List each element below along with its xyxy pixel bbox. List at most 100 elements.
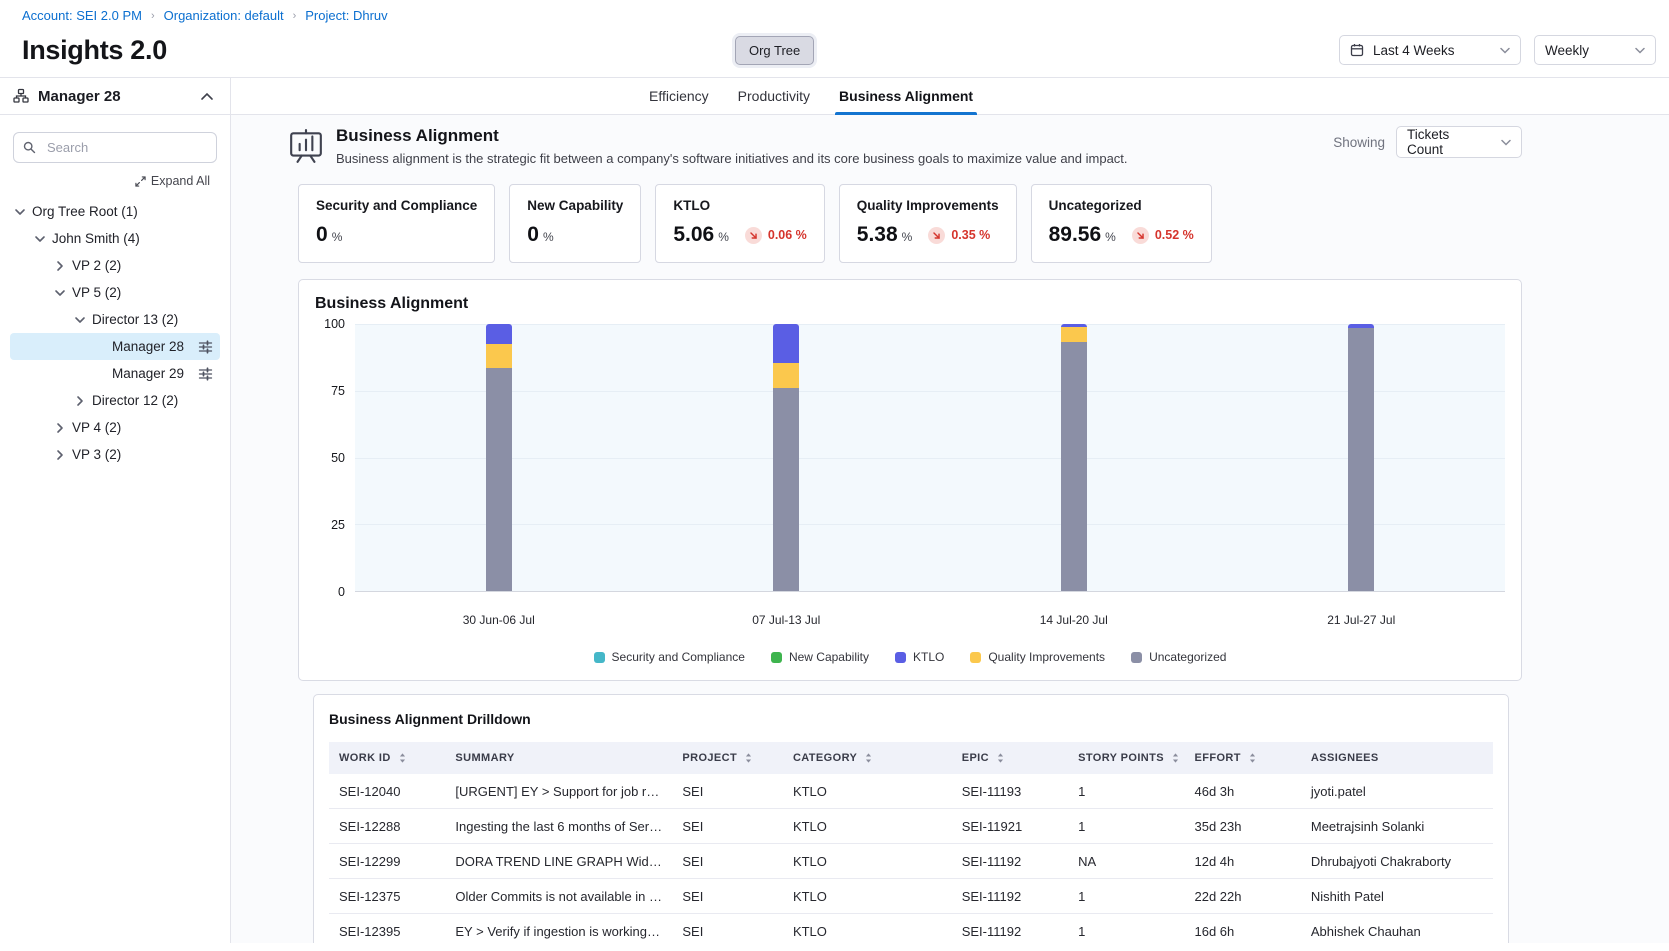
sort-icon[interactable]: [1170, 752, 1181, 764]
legend-item-new-capability[interactable]: New Capability: [771, 650, 869, 664]
tree-node-vp-2[interactable]: VP 2 (2): [10, 252, 220, 279]
bar-segment-uncategorized: [1348, 328, 1374, 591]
tab-efficiency[interactable]: Efficiency: [645, 78, 713, 114]
org-tree-button[interactable]: Org Tree: [735, 36, 814, 65]
column-header-effort[interactable]: EFFORT: [1184, 742, 1300, 774]
column-header-label: STORY POINTS: [1078, 752, 1164, 764]
chevron-right-icon[interactable]: [52, 447, 68, 463]
breadcrumb-separator-icon: ›: [151, 10, 155, 22]
showing-dropdown[interactable]: Tickets Count: [1396, 126, 1522, 158]
node-filter-sliders-icon[interactable]: [198, 367, 213, 381]
stacked-bar-21-jul-27-jul[interactable]: [1348, 324, 1374, 591]
bar-segment-ktlo: [486, 324, 512, 344]
sort-icon[interactable]: [863, 752, 874, 764]
sort-icon[interactable]: [743, 752, 754, 764]
chevron-down-icon: [1500, 47, 1510, 54]
column-header-category[interactable]: CATEGORY: [783, 742, 952, 774]
granularity-dropdown[interactable]: Weekly: [1534, 35, 1656, 65]
table-cell: SEI: [672, 914, 783, 944]
column-header-label: WORK ID: [339, 752, 391, 764]
metric-delta-value: 0.06 %: [768, 228, 807, 242]
gridline: [355, 524, 1505, 525]
table-cell: SEI-11921: [952, 809, 1068, 844]
expand-all-button[interactable]: Expand All: [0, 163, 230, 193]
tree-spacer: [92, 366, 108, 382]
chevron-right-icon[interactable]: [52, 258, 68, 274]
org-tree-sidebar: Expand All Org Tree Root (1)John Smith (…: [0, 115, 231, 943]
column-header-label: EFFORT: [1194, 752, 1240, 764]
bar-segment-quality-improvements: [1061, 327, 1087, 342]
legend-item-security-and-compliance[interactable]: Security and Compliance: [594, 650, 745, 664]
metric-cards: Security and Compliance0%New Capability0…: [298, 184, 1522, 263]
column-header-project[interactable]: PROJECT: [672, 742, 783, 774]
legend-item-quality-improvements[interactable]: Quality Improvements: [970, 650, 1105, 664]
table-cell: 46d 3h: [1184, 774, 1300, 809]
tree-node-vp-3[interactable]: VP 3 (2): [10, 441, 220, 468]
stacked-bar-30-jun-06-jul[interactable]: [486, 324, 512, 591]
table-cell: 35d 23h: [1184, 809, 1300, 844]
metric-value-row: 0%: [527, 223, 623, 247]
sort-icon[interactable]: [1247, 752, 1258, 764]
table-row-sei-12299[interactable]: SEI-12299DORA TREND LINE GRAPH Widgets i…: [329, 844, 1493, 879]
sidebar-header: Manager 28: [0, 78, 231, 114]
column-header-label: PROJECT: [682, 752, 737, 764]
column-header-story-points[interactable]: STORY POINTS: [1068, 742, 1184, 774]
metric-value: 89.56: [1049, 223, 1102, 247]
tree-node-director-12[interactable]: Director 12 (2): [10, 387, 220, 414]
tab-business-alignment[interactable]: Business Alignment: [835, 78, 977, 114]
tree-node-john-smith[interactable]: John Smith (4): [10, 225, 220, 252]
collapse-panel-button[interactable]: [197, 88, 217, 105]
chevron-down-icon[interactable]: [72, 312, 88, 328]
tree-node-vp-4[interactable]: VP 4 (2): [10, 414, 220, 441]
breadcrumb-link-organization[interactable]: Organization: default: [164, 8, 284, 23]
table-cell: SEI-11192: [952, 879, 1068, 914]
breadcrumb-link-project[interactable]: Project: Dhruv: [305, 8, 387, 23]
table-cell: SEI-12040: [329, 774, 445, 809]
tree-node-director-13[interactable]: Director 13 (2): [10, 306, 220, 333]
tree-node-org-tree-root[interactable]: Org Tree Root (1): [10, 198, 220, 225]
node-filter-sliders-icon[interactable]: [198, 340, 213, 354]
drilldown-table: WORK ID SUMMARY PROJECT CATEGORYEPIC STORY P…: [329, 742, 1493, 943]
table-row-sei-12288[interactable]: SEI-12288Ingesting the last 6 months of …: [329, 809, 1493, 844]
column-header-assignees[interactable]: ASSIGNEES: [1301, 742, 1493, 774]
stacked-bar-07-jul-13-jul[interactable]: [773, 324, 799, 591]
expand-all-icon: [135, 176, 146, 187]
date-range-dropdown[interactable]: Last 4 Weeks: [1339, 35, 1521, 65]
search-input[interactable]: [13, 132, 217, 163]
column-header-label: SUMMARY: [455, 752, 514, 764]
table-row-sei-12395[interactable]: SEI-12395EY > Verify if ingestion is wor…: [329, 914, 1493, 944]
chevron-right-icon[interactable]: [52, 420, 68, 436]
table-cell: KTLO: [783, 774, 952, 809]
table-cell: KTLO: [783, 844, 952, 879]
legend-item-ktlo[interactable]: KTLO: [895, 650, 944, 664]
metric-card-uncategorized: Uncategorized89.56%0.52 %: [1031, 184, 1212, 263]
chart-card: Business Alignment 0255075100 30 Jun-06 …: [298, 279, 1522, 681]
legend-item-uncategorized[interactable]: Uncategorized: [1131, 650, 1226, 664]
tab-productivity[interactable]: Productivity: [734, 78, 814, 114]
table-row-sei-12040[interactable]: SEI-12040[URGENT] EY > Support for job r…: [329, 774, 1493, 809]
chevron-down-icon[interactable]: [12, 204, 28, 220]
breadcrumb-link-account[interactable]: Account: SEI 2.0 PM: [22, 8, 142, 23]
metric-value-row: 5.06%0.06 %: [673, 223, 806, 247]
tree-node-label: VP 4 (2): [72, 420, 121, 435]
y-tick-label: 25: [331, 518, 345, 532]
chevron-down-icon[interactable]: [32, 231, 48, 247]
chart-legend: Security and Compliance New Capability KTL…: [315, 650, 1505, 664]
chevron-right-icon[interactable]: [72, 393, 88, 409]
table-row-sei-12375[interactable]: SEI-12375Older Commits is not available …: [329, 879, 1493, 914]
column-header-work-id[interactable]: WORK ID: [329, 742, 445, 774]
table-cell: SEI-12288: [329, 809, 445, 844]
tree-node-vp-5[interactable]: VP 5 (2): [10, 279, 220, 306]
table-cell: NA: [1068, 844, 1184, 879]
tree-node-manager-29[interactable]: Manager 29: [10, 360, 220, 387]
table-cell: SEI: [672, 809, 783, 844]
column-header-epic[interactable]: EPIC: [952, 742, 1068, 774]
column-header-summary[interactable]: SUMMARY: [445, 742, 672, 774]
trend-down-arrow-icon: [1132, 227, 1149, 244]
sort-icon[interactable]: [397, 752, 408, 764]
stacked-bar-14-jul-20-jul[interactable]: [1061, 324, 1087, 591]
table-cell: SEI-11193: [952, 774, 1068, 809]
tree-node-manager-28[interactable]: Manager 28: [10, 333, 220, 360]
chevron-down-icon[interactable]: [52, 285, 68, 301]
sort-icon[interactable]: [995, 752, 1006, 764]
